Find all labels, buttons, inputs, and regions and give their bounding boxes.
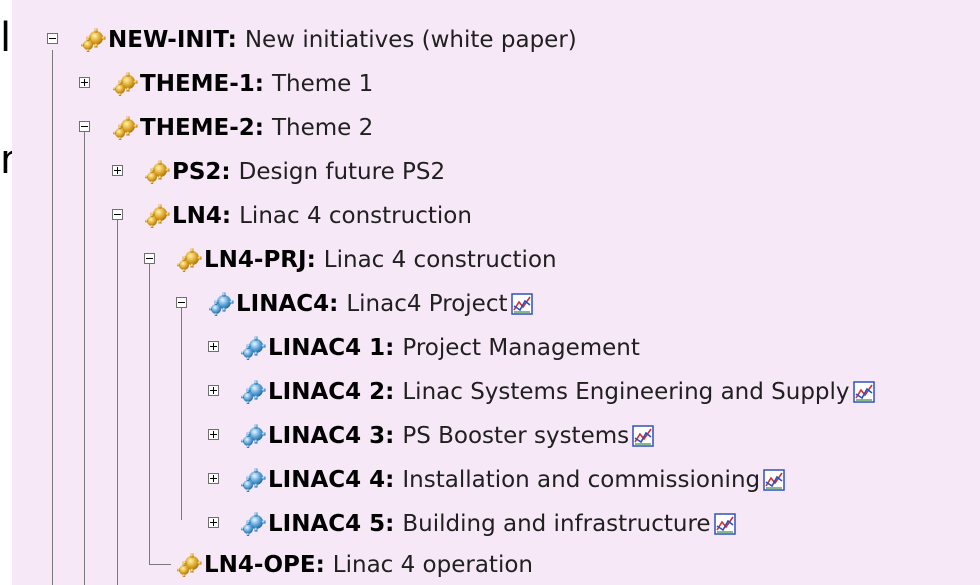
tree-node-linac4[interactable]: LINAC4: Linac4 Project [208,286,533,322]
gear-blue-icon [240,511,266,537]
node-code: LINAC4: [236,291,339,317]
expand-toggle[interactable] [208,385,219,396]
gear-gold-icon [176,247,202,273]
gear-gold-icon [80,27,106,53]
collapse-toggle[interactable] [144,253,155,264]
node-code: PS2: [172,159,231,185]
node-description: Linac 4 construction [239,203,472,229]
node-code: LINAC4 2: [268,379,395,405]
node-code: LN4: [172,203,232,229]
tree-connector [181,308,182,520]
node-description: Installation and commissioning [402,467,761,493]
node-description: Theme 2 [272,115,374,141]
chart-icon[interactable] [632,425,654,447]
expand-toggle[interactable] [112,165,123,176]
expand-toggle[interactable] [79,77,90,88]
tree-node-linac4-5[interactable]: LINAC4 5: Building and infrastructure [240,506,736,542]
chart-icon[interactable] [511,293,533,315]
chart-icon[interactable] [853,381,875,403]
tree-connector [84,132,85,585]
tree-connector [52,50,53,585]
gear-gold-icon [176,552,202,578]
collapse-toggle[interactable] [112,209,123,220]
tree-node-linac4-1[interactable]: LINAC4 1: Project Management [240,330,640,366]
gear-blue-icon [208,291,234,317]
expand-toggle[interactable] [208,341,219,352]
node-code: LINAC4 5: [268,511,395,537]
left-margin [0,0,12,585]
node-description: New initiatives (white paper) [244,27,577,53]
tree-node-ln4[interactable]: LN4: Linac 4 construction [144,198,472,234]
node-description: PS Booster systems [402,423,630,449]
tree-connector [149,264,150,564]
gear-blue-icon [240,467,266,493]
node-code: LN4-PRJ: [204,247,316,273]
node-code: NEW-INIT: [108,27,237,53]
tree-node-new-init[interactable]: NEW-INIT: New initiatives (white paper) [80,22,577,58]
node-code: LINAC4 4: [268,467,395,493]
collapse-toggle[interactable] [79,121,90,132]
node-description: Linac 4 operation [332,552,533,578]
tree-node-ln4-ope[interactable]: LN4-OPE: Linac 4 operation [176,547,533,583]
tree-node-ps2[interactable]: PS2: Design future PS2 [144,154,445,190]
gear-blue-icon [240,423,266,449]
gear-gold-icon [112,71,138,97]
chart-icon[interactable] [763,469,785,491]
node-code: LINAC4 1: [268,335,395,361]
node-code: THEME-2: [140,115,264,141]
node-description: Design future PS2 [238,159,446,185]
node-description: Linac4 Project [346,291,508,317]
node-code: LN4-OPE: [204,552,325,578]
expand-toggle[interactable] [208,517,219,528]
gear-gold-icon [144,203,170,229]
tree-node-theme-1[interactable]: THEME-1: Theme 1 [112,66,373,102]
expand-toggle[interactable] [208,429,219,440]
tree-node-linac4-3[interactable]: LINAC4 3: PS Booster systems [240,418,654,454]
node-description: Project Management [402,335,640,361]
node-description: Theme 1 [272,71,374,97]
gear-blue-icon [240,335,266,361]
tree-node-theme-2[interactable]: THEME-2: Theme 2 [112,110,373,146]
chart-icon[interactable] [714,513,736,535]
expand-toggle[interactable] [208,473,219,484]
gear-gold-icon [112,115,138,141]
collapse-toggle[interactable] [47,33,58,44]
node-description: Building and infrastructure [402,511,711,537]
node-description: Linac 4 construction [323,247,557,273]
collapse-toggle[interactable] [176,297,187,308]
gear-blue-icon [240,379,266,405]
tree-node-linac4-4[interactable]: LINAC4 4: Installation and commissioning [240,462,785,498]
tree-connector [117,220,118,585]
tree-node-ln4-prj[interactable]: LN4-PRJ: Linac 4 construction [176,242,557,278]
node-code: THEME-1: [140,71,264,97]
node-description: Linac Systems Engineering and Supply [402,379,850,405]
tree-node-linac4-2[interactable]: LINAC4 2: Linac Systems Engineering and … [240,374,875,410]
clipped-text-fragment: l [0,15,12,61]
node-code: LINAC4 3: [268,423,395,449]
gear-gold-icon [144,159,170,185]
tree-connector [149,564,171,565]
